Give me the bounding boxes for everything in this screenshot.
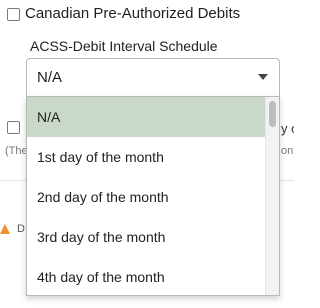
option-n-a[interactable]: N/A — [27, 97, 265, 137]
canadian-pad-checkbox[interactable] — [7, 8, 20, 21]
option-1st-day[interactable]: 1st day of the month — [27, 137, 265, 177]
background-checkbox[interactable] — [7, 121, 20, 134]
interval-schedule-select[interactable]: N/A — [26, 58, 280, 96]
select-current-value: N/A — [37, 69, 63, 86]
chevron-down-icon[interactable] — [258, 74, 268, 80]
background-hint-text: (The — [5, 145, 28, 157]
scrollbar-thumb[interactable] — [269, 101, 276, 127]
interval-schedule-label: ACSS-Debit Interval Schedule — [30, 38, 218, 54]
option-3rd-day[interactable]: 3rd day of the month — [27, 217, 265, 257]
warning-text-fragment: D — [17, 223, 25, 235]
canadian-pad-label: Canadian Pre-Authorized Debits — [25, 5, 241, 22]
interval-options-list: N/A 1st day of the month 2nd day of the … — [26, 96, 280, 296]
background-label-fragment: y o — [281, 121, 294, 136]
option-4th-day[interactable]: 4th day of the month — [27, 257, 265, 295]
settings-panel: Canadian Pre-Authorized Debits ACSS-Debi… — [0, 0, 294, 308]
warning-icon — [0, 224, 10, 234]
background-hint-fragment: on — [281, 145, 294, 157]
dropdown-scrollbar[interactable] — [265, 97, 279, 295]
option-2nd-day[interactable]: 2nd day of the month — [27, 177, 265, 217]
